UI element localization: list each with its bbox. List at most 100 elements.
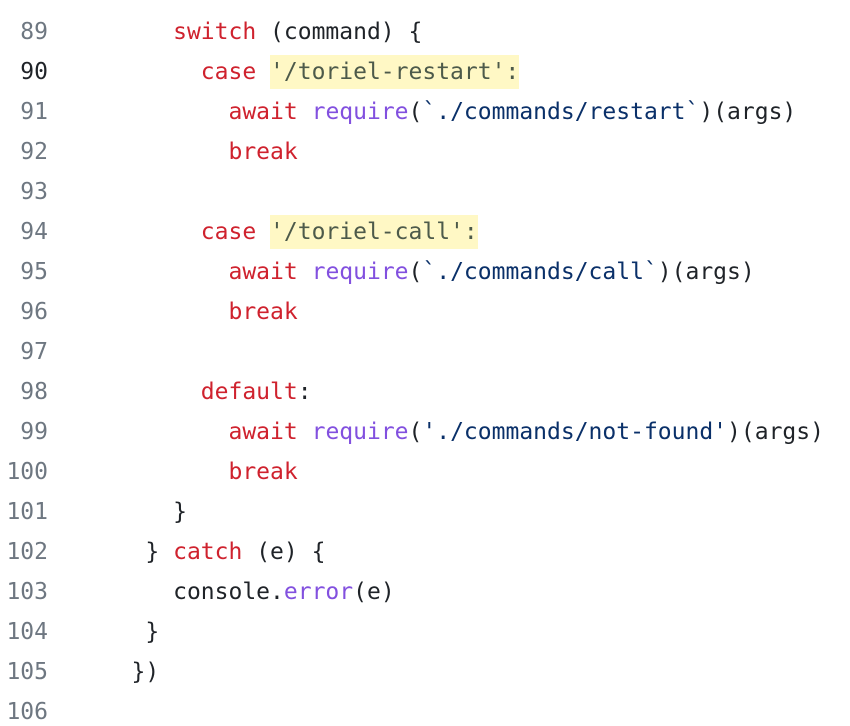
code-content: break [48,132,297,172]
code-content: } catch (e) { [48,532,325,572]
keyword-token: catch [173,539,243,565]
code-line[interactable]: 100 break [0,452,298,492]
highlighted-string-token: '/toriel-restart': [270,55,520,89]
code-content: }) [48,652,160,692]
function-token: require [311,99,409,125]
code-content: switch (command) { [48,12,422,52]
code-line[interactable]: 89 switch (command) { [0,12,422,52]
keyword-token: case [200,59,257,85]
code-content: await require(`./commands/restart`)(args… [48,92,796,132]
keyword-token: case [200,219,257,245]
line-number[interactable]: 91 [0,92,48,132]
keyword-token: default [200,379,298,405]
code-line[interactable]: 92 break [0,132,297,172]
code-content: break [48,292,298,332]
line-number[interactable]: 98 [0,372,48,412]
line-number[interactable]: 90 [0,52,48,92]
plain-token: } [145,619,160,645]
string-token: './commands/not-found' [422,419,728,445]
string-token: `./commands/call` [422,259,658,285]
line-number[interactable]: 106 [0,692,48,726]
code-line[interactable]: 106 [0,692,145,726]
function-token: error [283,579,354,605]
line-number[interactable]: 100 [0,452,48,492]
keyword-token: break [228,459,298,485]
plain-token: (command) { [256,19,423,45]
code-line[interactable]: 90 case '/toriel-restart': [0,52,520,92]
keyword-token: switch [173,19,257,45]
plain-token: (e) [353,579,395,605]
plain-token: ( [408,99,423,125]
code-line[interactable]: 91 await require(`./commands/restart`)(a… [0,92,796,132]
keyword-token: await [228,419,298,445]
code-content: break [48,452,298,492]
code-line[interactable]: 93 [0,172,145,212]
code-line[interactable]: 102 } catch (e) { [0,532,325,572]
line-number[interactable]: 97 [0,332,48,372]
code-content: console.error(e) [48,572,395,612]
code-content [48,692,145,726]
keyword-token: await [228,259,298,285]
line-number[interactable]: 89 [0,12,48,52]
line-number[interactable]: 105 [0,652,48,692]
line-number[interactable]: 95 [0,252,48,292]
code-line[interactable]: 101 } [0,492,187,532]
plain-token: }) [131,659,160,685]
plain-token: : [297,379,312,405]
code-line[interactable]: 96 break [0,292,298,332]
line-number[interactable]: 92 [0,132,48,172]
code-line[interactable]: 105 }) [0,652,159,692]
line-number[interactable]: 103 [0,572,48,612]
code-line[interactable]: 98 default: [0,372,312,412]
line-number[interactable]: 99 [0,412,48,452]
code-line[interactable]: 95 await require(`./commands/call`)(args… [0,252,754,292]
function-token: require [311,259,409,285]
code-content: default: [48,372,312,412]
code-line[interactable]: 97 [0,332,145,372]
code-line[interactable]: 103 console.error(e) [0,572,395,612]
code-content [48,172,145,212]
plain-token: } [173,499,187,525]
code-content: } [48,612,159,652]
line-number[interactable]: 102 [0,532,48,572]
code-content: case '/toriel-call': [48,212,478,252]
code-content: await require('./commands/not-found')(ar… [48,412,824,452]
plain-token: )(args) [699,99,797,125]
code-view: 89 switch (command) {90 case '/toriel-re… [0,0,850,726]
code-content [48,332,145,372]
keyword-token: break [228,299,298,325]
plain-token: } [145,539,174,565]
line-number[interactable]: 101 [0,492,48,532]
line-number[interactable]: 104 [0,612,48,652]
line-number[interactable]: 93 [0,172,48,212]
line-number[interactable]: 94 [0,212,48,252]
code-line[interactable]: 99 await require('./commands/not-found')… [0,412,824,452]
plain-token: )(args) [727,419,824,445]
line-number[interactable]: 96 [0,292,48,332]
code-line[interactable]: 94 case '/toriel-call': [0,212,478,252]
code-line[interactable]: 104 } [0,612,159,652]
plain-token: (e) { [242,539,326,565]
plain-token: console. [173,579,284,605]
